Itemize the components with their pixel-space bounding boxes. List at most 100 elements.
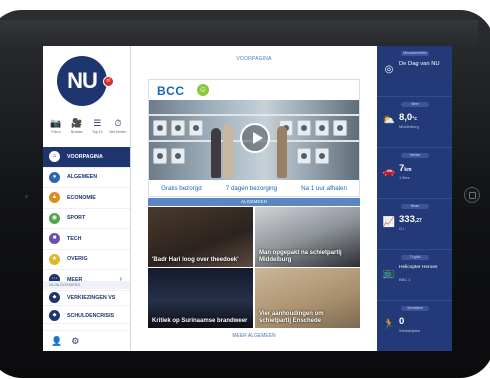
dossier-verkiezingen-vs[interactable]: ◆ VERKIEZINGEN VS	[43, 290, 130, 306]
nl-badge: nl	[103, 76, 114, 87]
nav-item-voorpagina[interactable]: ⌂ VOORPAGINA	[43, 147, 130, 168]
stocks-icon: 📈	[382, 217, 396, 228]
quick-top10-button[interactable]: ☰ Top 10	[87, 118, 107, 140]
gear-icon[interactable]: ⚙	[71, 336, 79, 346]
tv-icon: 📺	[382, 268, 396, 279]
quick-label: NUtube	[70, 130, 83, 134]
quick-label: Foto's	[51, 130, 61, 134]
widget-text: Helicopter Heroes	[399, 265, 438, 270]
quick-video-button[interactable]: 🎥 NUtube	[67, 118, 87, 140]
sidebar: NU nl 📷 Foto's 🎥 NUtube ☰ Top 10 ⏱ Net b…	[43, 46, 131, 351]
widget-header: TV-gids	[401, 255, 429, 260]
runner-icon: 🏃	[382, 319, 396, 330]
section-header-algemeen: ALGEMEEN	[148, 198, 360, 206]
smiley-icon: ☺	[197, 84, 209, 96]
widget-header: Verkeer	[401, 153, 429, 158]
widget-header: Sportstand	[401, 306, 429, 311]
widget-subtext: G.I.	[399, 226, 406, 231]
widget-weer[interactable]: Weer ⛅ 8,0°c Middelburg	[377, 97, 452, 148]
ball-icon: ◉	[49, 212, 60, 224]
bcc-logo: BCC	[157, 84, 185, 98]
news-headline: 'Badr Hari loog over theedoek'	[152, 257, 239, 263]
list-icon: ☰	[93, 118, 102, 128]
widget-sportstand[interactable]: Sportstand 🏃 0 Wedstrijden	[377, 301, 452, 351]
widget-verkeer[interactable]: Verkeer 🚗 7km 1 files	[377, 148, 452, 199]
nu-logo[interactable]: NU	[57, 56, 107, 106]
nav-item-algemeen[interactable]: ● ALGEMEEN	[43, 168, 130, 188]
more-algemeen-link[interactable]: MEER ALGEMEEN	[131, 333, 377, 339]
video-icon: 🎥	[71, 118, 83, 128]
nav-label: SPORT	[67, 215, 86, 222]
widget-value: 333,27	[399, 214, 422, 225]
widget-header: Beurs	[401, 204, 429, 209]
user-icon[interactable]: 👤	[51, 336, 62, 346]
nav-label: ALGEMEEN	[67, 174, 98, 181]
news-headline: Kritiek op Surinaamse brandweer	[152, 318, 248, 324]
home-button[interactable]	[464, 187, 480, 203]
front-camera	[25, 195, 28, 198]
nu-icon: ◎	[384, 64, 394, 75]
quick-label: Top 10	[92, 130, 103, 134]
ad-feature-seven-days: 7 dagen bezorging	[225, 184, 278, 192]
news-tile[interactable]: 'Badr Hari loog over theedoek'	[148, 207, 253, 267]
star-icon: ★	[49, 253, 60, 265]
news-tile[interactable]: Vier aanhoudingen om schietpartij Ensche…	[255, 268, 360, 328]
dossier-schuldencrisis[interactable]: ◆ SCHULDENCRISIS	[43, 308, 130, 324]
ad-feature-pickup: Na 1 uur afhalen	[301, 184, 347, 192]
widget-subtext: BBC 1	[399, 277, 411, 282]
widget-subtext: 1 files	[399, 175, 410, 180]
news-headline: Vier aanhoudingen om schietpartij Ensche…	[259, 311, 324, 324]
chip-icon: ■	[49, 233, 60, 245]
nav-label: OVERIG	[67, 256, 88, 263]
news-tile[interactable]: Kritiek op Surinaamse brandweer	[148, 268, 253, 328]
clock-icon: ⏱	[114, 118, 122, 128]
ad-features: Gratis bezorgd 7 dagen bezorging Na 1 uu…	[149, 180, 359, 196]
widget-text: De Dag van NU	[399, 61, 440, 67]
nav-label: TECH	[67, 235, 82, 242]
widget-rail: Nieuwsberichten ◎ De Dag van NU Weer ⛅ 8…	[377, 46, 452, 351]
nav-item-overig[interactable]: ★ OVERIG	[43, 250, 130, 270]
widget-subtext: Middelburg	[399, 124, 419, 129]
ad-feature-free-delivery: Gratis bezorgd	[161, 184, 202, 192]
widget-value: 0	[399, 316, 405, 327]
sidebar-footer: 👤 ⚙	[43, 330, 130, 351]
page-title: VOORPAGINA	[236, 56, 272, 62]
chart-icon: ▲	[49, 192, 60, 204]
nav-item-economie[interactable]: ▲ ECONOMIE	[43, 188, 130, 209]
ad-photo	[149, 100, 359, 180]
dossier-label: VERKIEZINGEN VS	[67, 294, 116, 301]
weather-icon: ⛅	[382, 115, 396, 126]
nav-item-tech[interactable]: ■ TECH	[43, 229, 130, 250]
bcc-advertisement[interactable]: BCC ☺ Gratis bezorgd 7 dagen bezorging N…	[148, 79, 360, 197]
widget-value: 7km	[399, 163, 412, 174]
globe-icon: ●	[49, 171, 60, 183]
nav-item-sport[interactable]: ◉ SPORT	[43, 209, 130, 229]
quick-actions: 📷 Foto's 🎥 NUtube ☰ Top 10 ⏱ Net binnen	[46, 118, 128, 140]
main-content: VOORPAGINA BCC ☺ Gratis bezorgd 7 dagen …	[131, 46, 377, 351]
traffic-icon: 🚗	[382, 166, 396, 177]
quick-photos-button[interactable]: 📷 Foto's	[46, 118, 66, 140]
widget-subtext: Wedstrijden	[399, 328, 421, 333]
widget-value: 8,0°c	[399, 112, 417, 123]
app-screen: NU nl 📷 Foto's 🎥 NUtube ☰ Top 10 ⏱ Net b…	[43, 46, 452, 351]
quick-latest-button[interactable]: ⏱ Net binnen	[108, 118, 128, 140]
widget-nieuws[interactable]: Nieuwsberichten ◎ De Dag van NU	[377, 46, 452, 97]
dossier-icon: ◆	[49, 310, 60, 321]
dossiers-heading: NU.NLDOSSIERS	[43, 281, 130, 289]
quick-label: Net binnen	[109, 130, 127, 134]
nav-label: ECONOMIE	[67, 194, 96, 201]
home-icon: ⌂	[49, 151, 60, 163]
widget-header: Nieuwsberichten	[401, 51, 429, 56]
news-headline: Man opgepakt na schietpartij Middelburg	[259, 250, 342, 263]
camera-icon: 📷	[50, 118, 62, 128]
section-nav: ⌂ VOORPAGINA ● ALGEMEEN ▲ ECONOMIE ◉ SPO…	[43, 147, 130, 291]
widget-beurs[interactable]: Beurs 📈 333,27 G.I.	[377, 199, 452, 250]
widget-tv-gids[interactable]: TV-gids 📺 Helicopter Heroes BBC 1	[377, 250, 452, 301]
dossier-icon: ◆	[49, 292, 60, 303]
widget-header: Weer	[401, 102, 429, 107]
nav-label: VOORPAGINA	[67, 153, 103, 160]
play-button[interactable]	[240, 123, 270, 153]
news-grid: 'Badr Hari loog over theedoek' Man opgep…	[148, 207, 360, 328]
dossier-label: SCHULDENCRISIS	[67, 312, 115, 319]
news-tile[interactable]: Man opgepakt na schietpartij Middelburg	[255, 207, 360, 267]
